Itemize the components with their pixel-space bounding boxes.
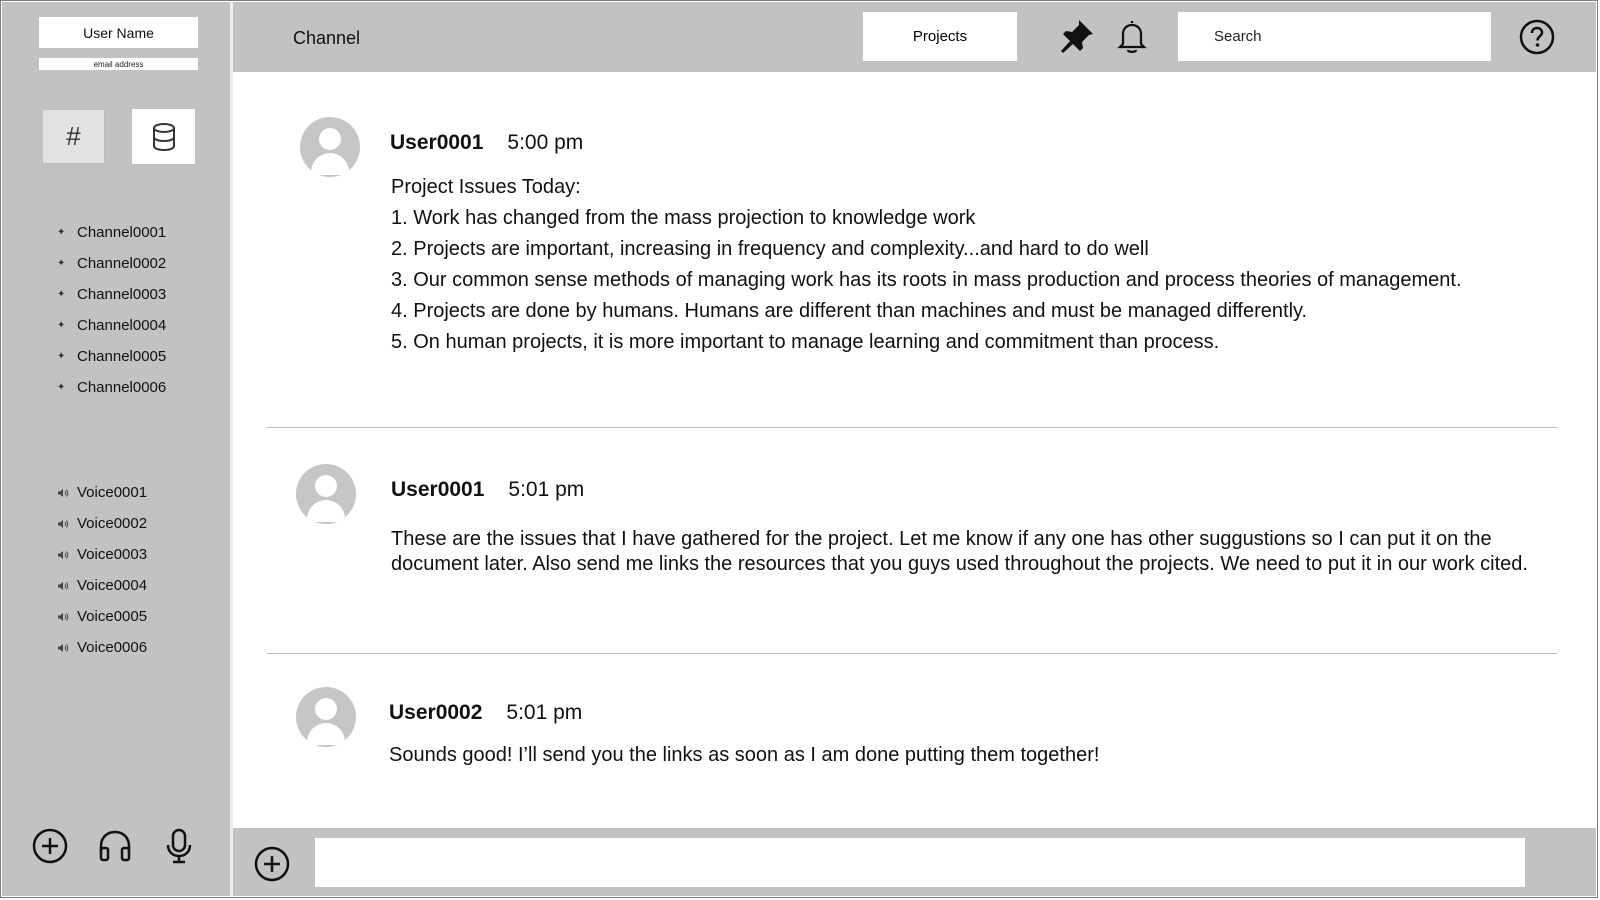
message-input[interactable] (315, 838, 1525, 887)
channel-list: ✦ Channel0001 ✦ Channel0002 ✦ Channel0003 ✦… (57, 217, 166, 403)
message-body: These are the issues that I have gathere… (391, 527, 1531, 583)
headphones-button[interactable] (93, 824, 137, 868)
help-button[interactable] (1518, 18, 1556, 56)
projects-button[interactable]: Projects (863, 12, 1017, 61)
voice-label: Voice0005 (77, 608, 148, 625)
add-circle-icon (254, 846, 290, 882)
avatar[interactable] (296, 687, 356, 747)
add-circle-icon (32, 828, 68, 864)
sidebar: User Name email address # ✦ Channel0001 ✦… (2, 2, 233, 896)
channel-item[interactable]: ✦ Channel0006 (57, 372, 166, 403)
voice-item[interactable]: Voice0006 (57, 632, 147, 663)
avatar[interactable] (296, 464, 356, 524)
top-bar: Channel Projects Search (233, 2, 1596, 72)
voice-item[interactable]: Voice0004 (57, 570, 147, 601)
microphone-icon (166, 828, 192, 864)
pin-icon (1061, 20, 1093, 53)
channel-label: Channel0006 (77, 379, 167, 396)
channel-item[interactable]: ✦ Channel0004 (57, 310, 166, 341)
speaker-icon (57, 488, 77, 498)
voice-label: Voice0001 (77, 484, 148, 501)
add-attachment-button[interactable] (253, 845, 291, 883)
message-body: Sounds good! I’ll send you the links as … (389, 743, 1529, 774)
channel-label: Channel0001 (77, 224, 167, 241)
search-input[interactable]: Search (1178, 12, 1491, 61)
voice-label: Voice0006 (77, 639, 148, 656)
add-server-button[interactable] (28, 824, 72, 868)
microphone-button[interactable] (157, 824, 201, 868)
message-line: 1. Work has changed from the mass projec… (391, 207, 976, 229)
message-header: User0001 5:01 pm (391, 478, 584, 502)
message-time: 5:01 pm (508, 478, 585, 501)
voice-label: Voice0003 (77, 546, 148, 563)
voice-item[interactable]: Voice0001 (57, 477, 147, 508)
voice-item[interactable]: Voice0005 (57, 601, 147, 632)
message-divider (267, 427, 1557, 428)
speaker-icon (57, 612, 77, 622)
help-icon (1519, 19, 1555, 55)
message-username[interactable]: User0001 (390, 131, 483, 155)
speaker-icon (57, 550, 77, 560)
speaker-icon (57, 519, 77, 529)
message-header: User0002 5:01 pm (389, 701, 582, 725)
sidebar-controls (2, 824, 230, 894)
headphones-icon (99, 830, 131, 862)
channel-title: Channel (293, 28, 361, 48)
message-time: 5:00 pm (507, 131, 584, 154)
voice-label: Voice0004 (77, 577, 148, 594)
speaker-icon (57, 581, 77, 591)
hash-icon: # (66, 121, 81, 151)
database-button[interactable] (132, 109, 195, 164)
bullet-icon: ✦ (57, 289, 66, 300)
search-label: Search (1214, 28, 1262, 45)
voice-label: Voice0002 (77, 515, 148, 532)
channel-item[interactable]: ✦ Channel0001 (57, 217, 166, 248)
composer-bar (233, 828, 1596, 896)
message-body: Project Issues Today: 1. Work has change… (391, 175, 1531, 361)
voice-item[interactable]: Voice0002 (57, 508, 147, 539)
bullet-icon: ✦ (57, 382, 66, 393)
channel-item[interactable]: ✦ Channel0002 (57, 248, 166, 279)
text-channels-button[interactable]: # (42, 109, 105, 164)
message-line: 5. On human projects, it is more importa… (391, 331, 1220, 353)
message-header: User0001 5:00 pm (390, 131, 583, 155)
channel-label: Channel0003 (77, 286, 167, 303)
message-time: 5:01 pm (506, 701, 583, 724)
message-username[interactable]: User0002 (389, 701, 482, 725)
channel-label: Channel0005 (77, 348, 167, 365)
message-line: Sounds good! I’ll send you the links as … (389, 744, 1100, 766)
message-line: Project Issues Today: (391, 176, 581, 198)
bullet-icon: ✦ (57, 227, 66, 238)
bullet-icon: ✦ (57, 320, 66, 331)
bullet-icon: ✦ (57, 258, 66, 269)
channel-item[interactable]: ✦ Channel0005 (57, 341, 166, 372)
message-line: 4. Projects are done by humans. Humans a… (391, 300, 1308, 322)
voice-list: Voice0001 Voice0002 Voice0003 Voice0004 … (57, 477, 147, 663)
message-username[interactable]: User0001 (391, 478, 484, 502)
user-email: email address (39, 58, 198, 70)
message-line: 2. Projects are important, increasing in… (391, 238, 1149, 260)
channel-item[interactable]: ✦ Channel0003 (57, 279, 166, 310)
bell-icon (1117, 21, 1147, 54)
voice-item[interactable]: Voice0003 (57, 539, 147, 570)
channel-label: Channel0004 (77, 317, 167, 334)
speaker-icon (57, 643, 77, 653)
message-line: These are the issues that I have gathere… (391, 528, 1528, 575)
message-divider (267, 653, 1557, 654)
message-line: 3. Our common sense methods of managing … (391, 269, 1462, 291)
database-icon (152, 122, 175, 151)
user-name[interactable]: User Name (39, 17, 198, 48)
avatar[interactable] (300, 117, 360, 177)
channel-label: Channel0002 (77, 255, 167, 272)
pin-button[interactable] (1058, 17, 1096, 55)
notifications-button[interactable] (1113, 17, 1151, 55)
bullet-icon: ✦ (57, 351, 66, 362)
